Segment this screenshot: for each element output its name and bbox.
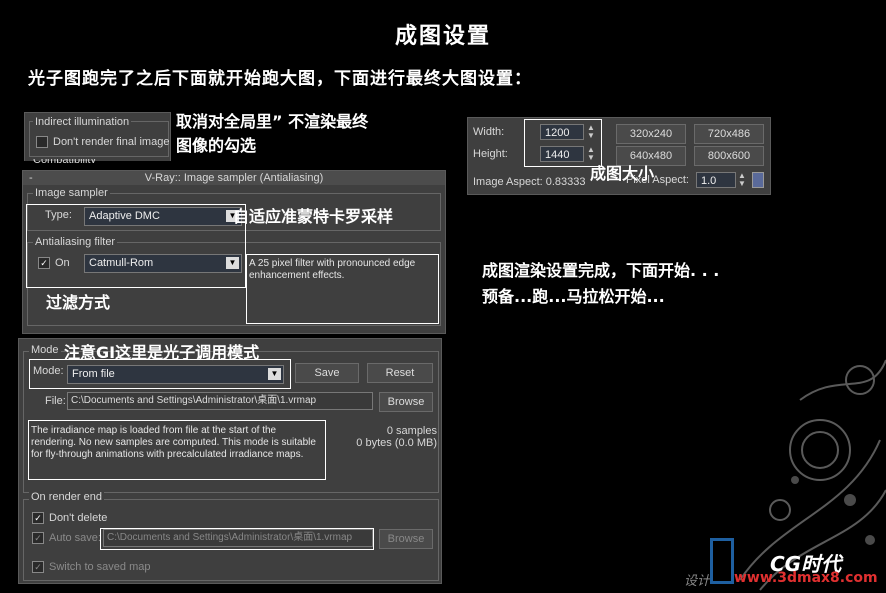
sampler-title-bar[interactable]: V-Ray:: Image sampler (Antialiasing)	[23, 171, 445, 185]
dont-delete-label: Don't delete	[49, 512, 108, 524]
image-aspect-label: Image Aspect: 0.83333	[473, 176, 586, 188]
browse-auto-save-button[interactable]: Browse	[379, 529, 433, 549]
page-title: 成图设置	[394, 24, 491, 49]
dont-render-label: Don't render final image	[53, 136, 170, 148]
height-label: Height:	[473, 148, 508, 160]
indirect-illumination-panel: Indirect illumination Don't render final…	[24, 112, 171, 163]
bytes-count: 0 bytes (0.0 MB)	[356, 437, 437, 449]
switch-saved-label: Switch to saved map	[49, 561, 151, 573]
logo-icon	[710, 538, 734, 584]
compatibility-label-partial: Compatibility	[33, 159, 96, 163]
autosave-highlight-box	[100, 528, 374, 550]
pixel-aspect-input[interactable]: 1.0	[696, 172, 736, 188]
mode-group-label: Mode	[29, 344, 61, 356]
dont-delete-checkbox[interactable]: ✓	[32, 512, 44, 524]
width-label: Width:	[473, 126, 505, 138]
desc-highlight-box	[28, 420, 326, 480]
watermark-url: www.3dmax8.com	[734, 570, 878, 586]
preset-800x600-button[interactable]: 800x600	[694, 146, 764, 166]
sampler-highlight-box	[26, 204, 246, 288]
lock-icon[interactable]	[752, 172, 764, 188]
file-label: File:	[45, 395, 66, 407]
auto-save-checkbox[interactable]: ✓	[32, 532, 44, 544]
annotation-filter: 过滤方式	[46, 293, 111, 312]
indirect-group-label: Indirect illumination	[33, 116, 132, 128]
annotation-done: 成图渲染设置完成，下面开始. . . 预备...跑...马拉松开始...	[482, 261, 720, 306]
browse-button[interactable]: Browse	[379, 392, 433, 412]
samples-count: 0 samples	[386, 425, 437, 437]
image-sampler-group-label: Image sampler	[33, 187, 110, 199]
annotation-size: 成图大小	[590, 164, 655, 183]
save-button[interactable]: Save	[295, 363, 359, 383]
reset-button[interactable]: Reset	[367, 363, 433, 383]
preset-720x486-button[interactable]: 720x486	[694, 124, 764, 144]
dont-render-checkbox[interactable]	[36, 136, 48, 148]
annotation-gi-note: 注意GI这里是光子调用模式	[64, 343, 260, 362]
filter-desc-highlight-box	[246, 254, 439, 324]
collapse-button[interactable]: -	[29, 171, 33, 185]
render-end-group-label: On render end	[29, 491, 104, 503]
preset-320x240-button[interactable]: 320x240	[616, 124, 686, 144]
auto-save-label: Auto save:	[49, 532, 101, 544]
switch-saved-checkbox[interactable]: ✓	[32, 561, 44, 573]
annotation-cancel-render: 取消对全局里” 不渲染最终 图像的勾选	[176, 112, 369, 155]
intro-text: 光子图跑完了之后下面就开始跑大图，下面进行最终大图设置：	[28, 69, 532, 89]
pixel-aspect-spinner-icon[interactable]: ▲ ▼	[738, 172, 746, 188]
file-path-input[interactable]: C:\Documents and Settings\Administrator\…	[67, 392, 373, 410]
mode-highlight-box	[29, 359, 291, 389]
watermark-left: 设计	[684, 574, 711, 589]
annotation-adaptive: 自适应准蒙特卡罗采样	[233, 207, 394, 226]
